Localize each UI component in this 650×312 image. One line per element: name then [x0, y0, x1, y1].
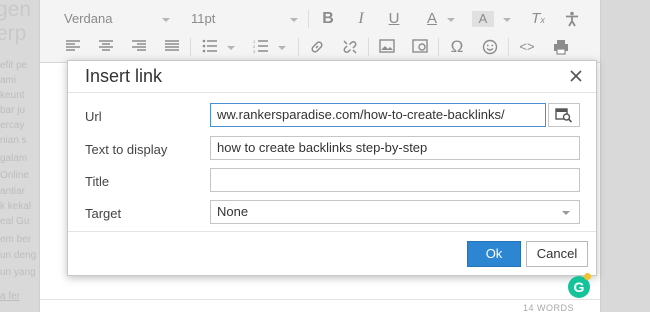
chevron-down-icon — [162, 18, 170, 22]
cancel-button[interactable]: Cancel — [526, 241, 588, 267]
url-label: Url — [85, 109, 102, 124]
bullet-list-icon[interactable] — [199, 36, 221, 58]
word-count: 14 WORDS — [522, 303, 574, 312]
font-size-select[interactable]: 11pt — [191, 9, 291, 29]
italic-icon[interactable]: I — [350, 8, 372, 30]
chevron-down-icon — [562, 211, 570, 215]
title-label: Title — [85, 174, 110, 189]
bg-text-line: a fer — [0, 291, 21, 302]
status-bar-divider — [40, 299, 600, 300]
bg-text-line: antiar — [0, 186, 26, 197]
print-icon[interactable] — [550, 36, 572, 58]
bg-text-line: galam — [0, 153, 28, 164]
link-icon[interactable] — [306, 36, 328, 58]
bg-text-line: bar ju — [0, 105, 26, 116]
background-page-text: gen erp efit pe ami keunt bar ju ercay n… — [0, 0, 40, 312]
underline-icon[interactable]: U — [383, 8, 405, 30]
clear-format-icon[interactable]: Tx — [527, 8, 549, 30]
text-to-display-label: Text to display — [85, 142, 168, 157]
bg-text-line: k kekal — [0, 201, 32, 212]
bg-text-line: em ber — [0, 234, 32, 245]
svg-text:3: 3 — [253, 49, 256, 53]
dialog-header: Insert link — [68, 61, 596, 93]
target-select[interactable]: None — [210, 200, 580, 224]
ok-button[interactable]: Ok — [467, 241, 521, 267]
emoji-icon[interactable] — [479, 36, 501, 58]
toolbar-separator — [308, 10, 309, 28]
align-center-icon[interactable] — [95, 36, 117, 58]
align-right-icon[interactable] — [128, 36, 150, 58]
align-left-icon[interactable] — [62, 36, 84, 58]
browse-button[interactable] — [548, 103, 580, 127]
url-input[interactable]: ww.rankersparadise.com/how-to-create-bac… — [210, 103, 546, 127]
numbered-list-icon[interactable]: 123 — [250, 36, 272, 58]
bg-text-line: un yang — [0, 267, 36, 278]
chevron-down-icon — [278, 46, 286, 50]
bg-heading-line: erp — [0, 22, 27, 45]
align-justify-icon[interactable] — [161, 36, 183, 58]
media-icon[interactable] — [409, 36, 431, 58]
chevron-down-icon — [503, 18, 511, 22]
toolbar-separator — [368, 38, 369, 56]
bold-icon[interactable]: B — [317, 8, 339, 30]
bg-text-line: Online — [0, 170, 29, 181]
highlight-icon[interactable]: A — [472, 11, 494, 27]
font-family-select[interactable]: Verdana — [64, 9, 174, 29]
title-input[interactable] — [210, 168, 580, 192]
bg-text-line: un deng — [0, 250, 37, 261]
bg-text-line: ercay — [0, 120, 25, 131]
chevron-down-icon — [227, 46, 235, 50]
chevron-down-icon — [290, 18, 298, 22]
source-code-icon[interactable]: <> — [516, 36, 538, 58]
bg-text-line: eal Gu — [0, 216, 30, 227]
chevron-down-icon — [447, 18, 455, 22]
unlink-icon[interactable] — [339, 36, 361, 58]
toolbar-row-insert: 123 Ω <> — [40, 32, 600, 60]
toolbar-separator — [438, 38, 439, 56]
close-icon[interactable] — [568, 68, 584, 84]
insert-link-dialog: Insert link Url ww.rankersparadise.com/h… — [67, 60, 597, 276]
target-select-value: None — [217, 204, 249, 219]
bg-text-line: efit pe — [0, 60, 28, 71]
bg-heading-line: gen — [0, 0, 32, 21]
toolbar-row-formatting: Verdana 11pt B I U A A Tx — [40, 4, 600, 32]
bg-text-line: nian s — [0, 135, 27, 146]
dialog-title: Insert link — [85, 66, 163, 86]
special-char-icon[interactable]: Ω — [446, 36, 468, 58]
font-color-icon[interactable]: A — [421, 8, 443, 30]
image-icon[interactable] — [376, 36, 398, 58]
toolbar-separator — [298, 38, 299, 56]
toolbar-separator — [190, 38, 191, 56]
accessibility-icon[interactable] — [561, 8, 583, 30]
bg-text-line: ami — [0, 75, 17, 86]
bg-text-line: keunt — [0, 90, 25, 101]
dialog-footer: Ok Cancel — [68, 231, 596, 275]
text-to-display-input[interactable]: how to create backlinks step-by-step — [210, 136, 580, 160]
toolbar-separator — [508, 38, 509, 56]
grammarly-status-dot — [584, 273, 591, 280]
target-label: Target — [85, 206, 122, 221]
